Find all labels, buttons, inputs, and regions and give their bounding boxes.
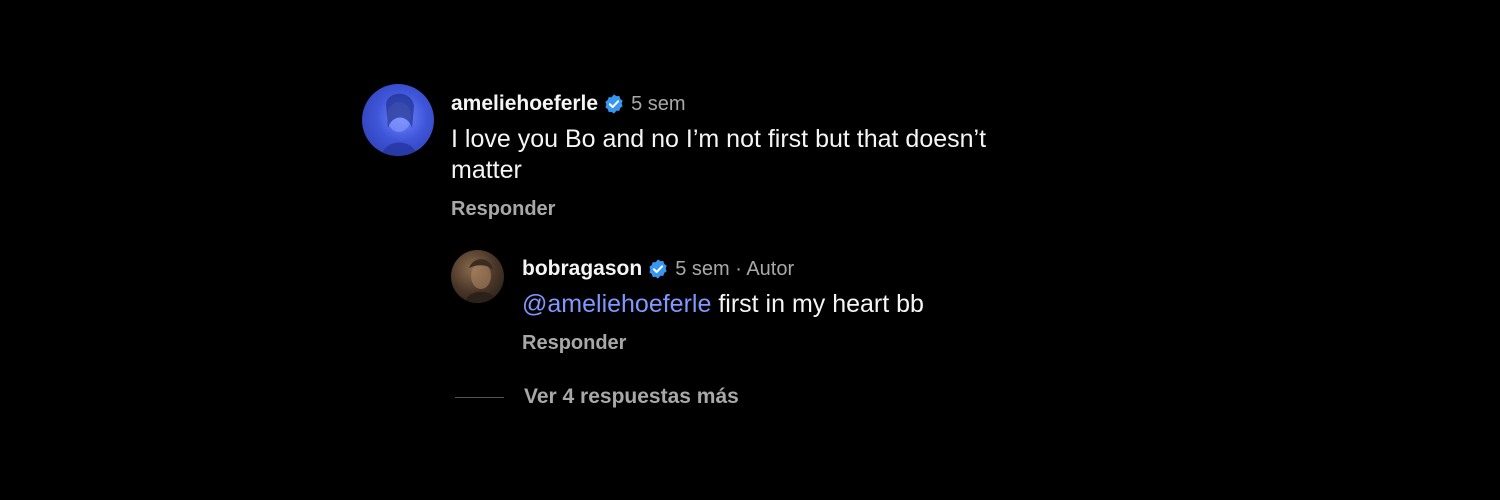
reply-username[interactable]: bobragason xyxy=(522,257,642,281)
view-more-replies-button[interactable]: Ver 4 respuestas más xyxy=(455,385,739,409)
reply-header: bobragason 5 sem · Autor xyxy=(522,255,1082,283)
avatar[interactable] xyxy=(362,84,434,156)
comment-thread: ameliehoeferle 5 sem I love you Bo and n… xyxy=(0,0,1500,500)
reply-comment: bobragason 5 sem · Autor @ameliehoeferle… xyxy=(451,250,1082,355)
comment-username[interactable]: ameliehoeferle xyxy=(451,92,598,116)
comment-text: I love you Bo and no I’m not first but t… xyxy=(451,125,987,184)
divider-line xyxy=(455,396,504,398)
reply-meta: 5 sem · Autor xyxy=(675,257,795,280)
view-more-replies-label: Ver 4 respuestas más xyxy=(524,385,739,408)
avatar-image xyxy=(465,259,497,303)
mention-link[interactable]: @ameliehoeferle xyxy=(522,290,711,318)
verified-badge-icon xyxy=(649,259,667,279)
avatar[interactable] xyxy=(451,250,504,303)
reply-button[interactable]: Responder xyxy=(522,332,1082,355)
comment-body: ameliehoeferle 5 sem I love you Bo and n… xyxy=(451,90,1011,221)
reply-text-body: first in my heart bb xyxy=(711,290,924,318)
reply-button[interactable]: Responder xyxy=(451,198,1011,221)
comment-header: ameliehoeferle 5 sem xyxy=(451,90,1011,118)
reply-body: bobragason 5 sem · Autor @ameliehoeferle… xyxy=(522,255,1082,355)
comment-time: 5 sem xyxy=(631,92,686,115)
comment: ameliehoeferle 5 sem I love you Bo and n… xyxy=(362,84,1011,221)
reply-text: @ameliehoeferle first in my heart bb xyxy=(522,289,1082,320)
verified-badge-icon xyxy=(605,94,623,114)
avatar-image xyxy=(382,93,417,156)
